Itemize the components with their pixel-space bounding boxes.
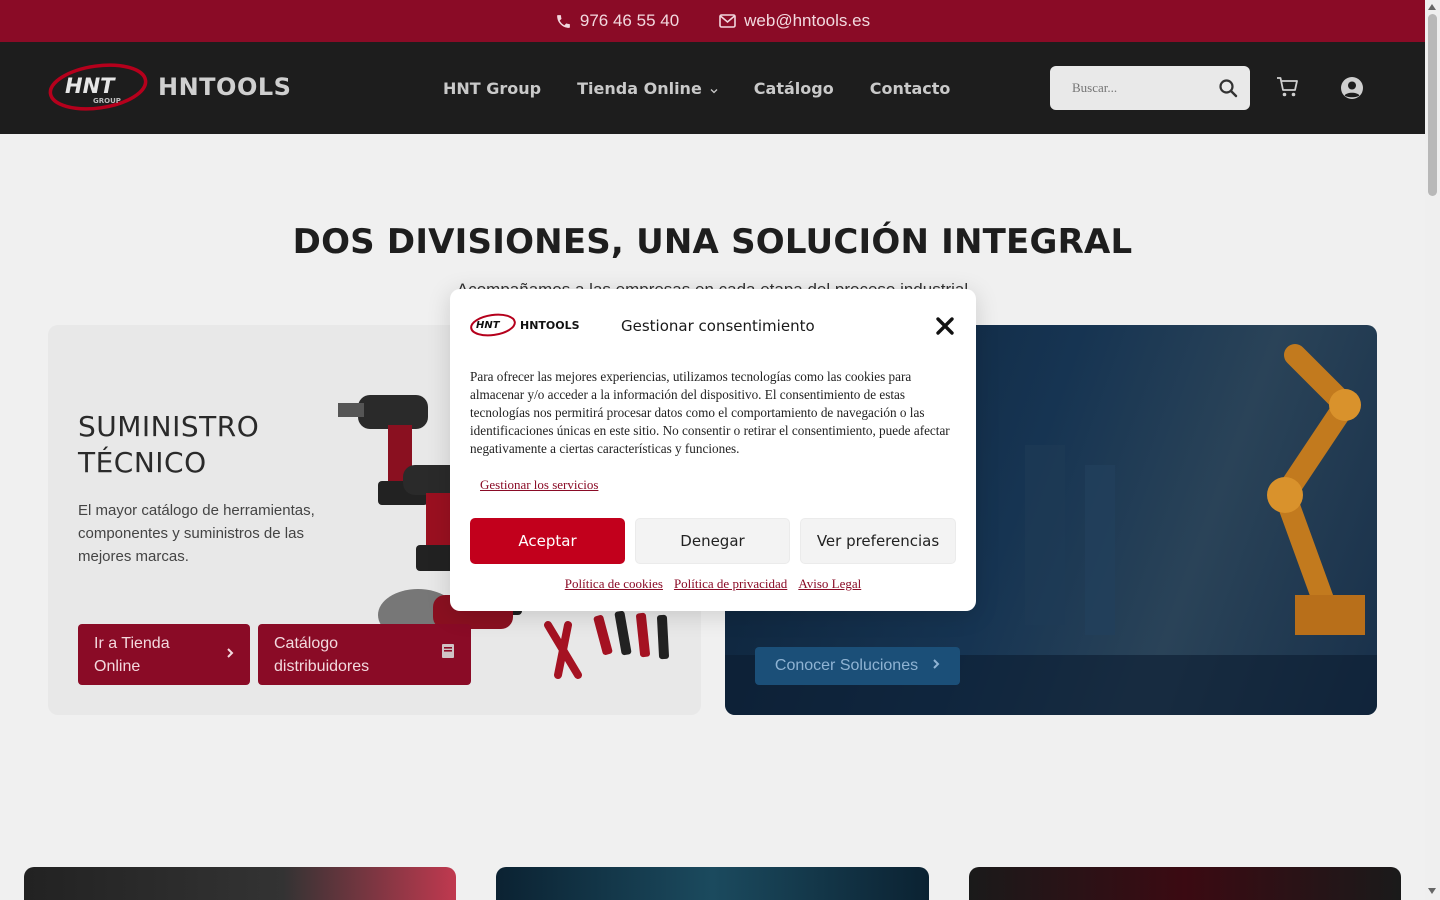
modal-title: Gestionar consentimiento [621, 317, 815, 335]
cookie-consent-dialog: HNT HNTOOLS Gestionar consentimiento Par… [450, 289, 976, 611]
envelope-icon [719, 14, 736, 28]
site-logo[interactable]: HNT GROUP HNTOOLS [48, 62, 291, 112]
nav-hnt-group[interactable]: HNT Group [443, 79, 541, 98]
cookie-policy-link[interactable]: Política de cookies [565, 576, 663, 592]
email-link[interactable]: web@hntools.es [719, 11, 870, 31]
logo-text: HNTOOLS [158, 73, 292, 101]
go-to-online-store-button[interactable]: Ir a Tienda Online [78, 624, 250, 685]
scroll-up-arrow[interactable] [1428, 4, 1436, 10]
modal-logo-text: HNTOOLS [520, 318, 580, 332]
svg-text:HNT: HNT [65, 74, 116, 98]
nav-tienda-online[interactable]: Tienda Online [577, 79, 718, 98]
scrollbar-thumb[interactable] [1428, 14, 1437, 196]
card-description: El mayor catálogo de herramientas, compo… [78, 502, 315, 565]
phone-icon [555, 13, 572, 30]
discover-solutions-button[interactable]: Conocer Soluciones [755, 647, 960, 685]
card-heading-line1: SUMINISTRO [78, 410, 260, 443]
page-scrollbar[interactable] [1425, 0, 1440, 900]
search-icon[interactable] [1218, 78, 1238, 103]
bottom-card-2[interactable] [496, 867, 929, 900]
view-preferences-button[interactable]: Ver preferencias [800, 518, 956, 564]
card-heading-line2: TÉCNICO [78, 446, 207, 479]
close-icon[interactable] [935, 316, 955, 336]
distributor-catalog-label: Catálogo distribuidores [274, 634, 370, 675]
manage-services-link[interactable]: Gestionar los servicios [480, 477, 598, 493]
legal-notice-link[interactable]: Aviso Legal [798, 576, 861, 592]
modal-body-text: Para ofrecer las mejores experiencias, u… [470, 369, 950, 456]
section-title: DOS DIVISIONES, UNA SOLUCIÓN INTEGRAL [292, 222, 1133, 262]
distributor-catalog-button[interactable]: Catálogo distribuidores [258, 624, 471, 685]
go-to-online-store-label: Ir a Tienda Online [94, 634, 170, 675]
svg-text:HNT: HNT [476, 320, 501, 331]
phone-number: 976 46 55 40 [579, 11, 680, 30]
phone-link[interactable]: 976 46 55 40 [555, 11, 679, 31]
scroll-down-arrow[interactable] [1428, 888, 1436, 894]
email-address: web@hntools.es [744, 11, 871, 30]
top-contact-bar: 976 46 55 40 web@hntools.es [0, 0, 1425, 42]
discover-solutions-label: Conocer Soluciones [774, 657, 919, 674]
search-input[interactable] [1050, 66, 1210, 110]
chevron-right-icon [226, 643, 234, 666]
bottom-card-1[interactable] [24, 867, 456, 900]
nav-contacto[interactable]: Contacto [870, 79, 951, 98]
privacy-policy-link[interactable]: Política de privacidad [674, 576, 787, 592]
modal-policy-links: Política de cookies Política de privacid… [450, 576, 976, 592]
main-nav: HNT Group Tienda Online Catálogo Contact… [443, 42, 950, 134]
svg-text:GROUP: GROUP [93, 97, 121, 105]
nav-catalogo[interactable]: Catálogo [754, 79, 834, 98]
bottom-card-3[interactable] [969, 867, 1401, 900]
site-header: HNT GROUP HNTOOLS HNT Group Tienda Onlin… [0, 42, 1425, 134]
accept-button[interactable]: Aceptar [470, 518, 625, 564]
cart-icon[interactable] [1276, 76, 1300, 103]
card-heading: SUMINISTRO TÉCNICO [78, 409, 259, 481]
book-icon [441, 643, 455, 666]
deny-button[interactable]: Denegar [635, 518, 790, 564]
chevron-right-icon [932, 657, 940, 675]
chevron-down-icon [710, 79, 718, 98]
search-box [1050, 66, 1250, 110]
logo-mark: HNT GROUP [48, 62, 148, 112]
modal-logo: HNT HNTOOLS [470, 313, 580, 337]
nav-tienda-online-label: Tienda Online [577, 78, 702, 98]
user-account-icon[interactable] [1340, 76, 1364, 105]
